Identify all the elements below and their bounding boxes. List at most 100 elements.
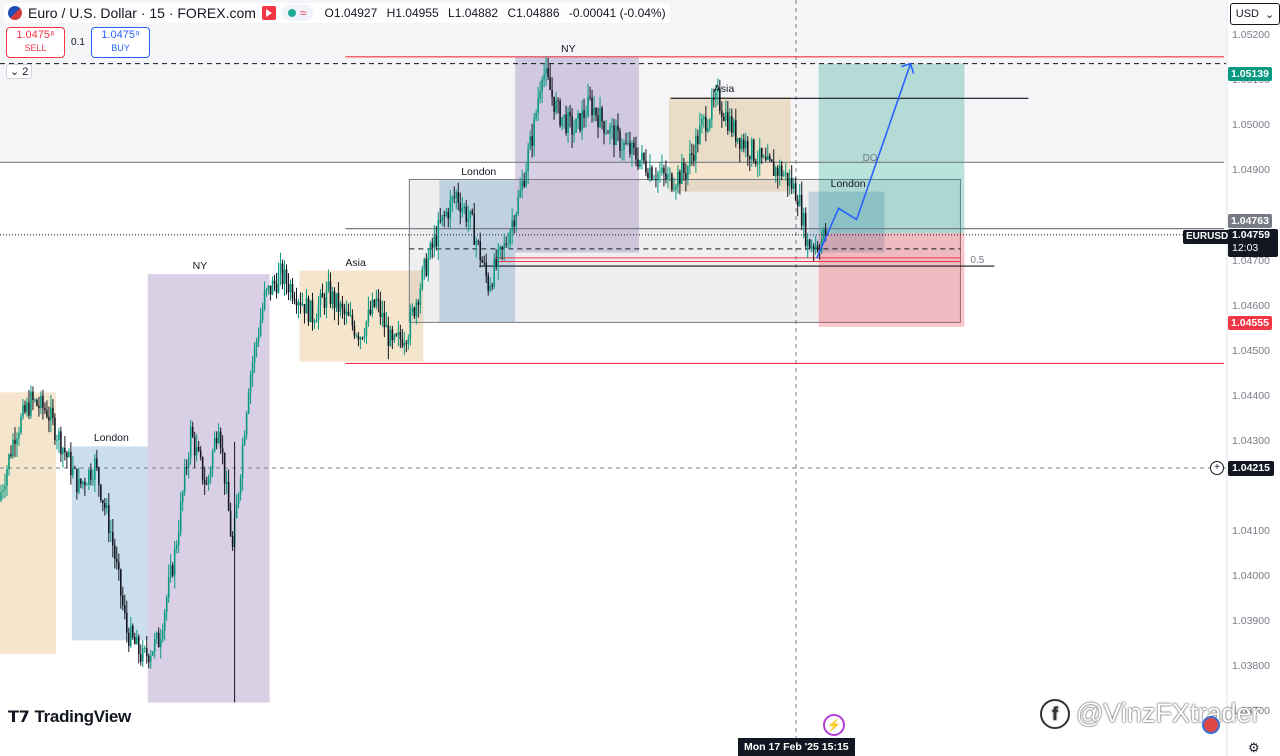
candle-body [62,447,64,455]
market-status-icon[interactable] [261,6,276,20]
candle-body [0,492,2,501]
candle-body [816,245,819,251]
candle-body [20,416,22,433]
candle-body [776,167,779,176]
currency-label: USD [1235,8,1259,20]
candle-body [94,458,96,480]
sell-button[interactable]: 1.0475⁸ SELL [6,27,65,58]
gear-icon[interactable]: ⚙ [1248,740,1260,756]
candle-body [159,638,162,648]
candle-body [661,167,663,173]
candle-body [483,262,486,264]
tradingview-logo[interactable]: 𝗧𝟳 TradingView [8,707,131,727]
candle-body [417,302,420,305]
candle-body [108,505,110,534]
crosshair-price[interactable]: + 1.04215 [1210,460,1274,476]
lightning-icon[interactable]: ⚡ [823,714,845,736]
candle-body [48,416,50,421]
candle-body [691,153,693,155]
candle-body [752,139,755,162]
session-label-ny: NY [561,42,576,55]
candle-body [405,342,408,344]
candle-body [441,215,444,222]
candle-body [800,194,803,226]
candle-body [74,467,76,469]
candle-body [385,325,388,328]
price-chart[interactable] [0,0,1280,756]
candle-body [431,243,434,248]
price-axis-label: 1.04500 [1232,344,1270,357]
candle-body [695,135,697,161]
candle-body [689,153,691,167]
candle-body [289,284,292,293]
candle-body [481,259,484,263]
candle-body [78,478,80,493]
candle-body [401,338,404,346]
candle-body [149,655,152,662]
candle-body [585,116,587,118]
candle-body [806,239,809,246]
candle-body [251,362,254,375]
candle-body [525,170,527,187]
candle-body [517,196,519,214]
candle-body [395,334,398,336]
candle-body [519,190,521,197]
candle-body [309,300,312,322]
candle-body [38,405,40,409]
candle-body [295,301,298,306]
candle-body [786,172,789,186]
candle-body [245,412,248,436]
candle-body [261,308,264,321]
candle-body [341,303,344,308]
candle-body [637,159,639,167]
candle-body [2,489,4,493]
candle-body [723,116,725,121]
candle-body [187,457,190,468]
buy-button[interactable]: 1.0475⁹ BUY [91,27,150,58]
layers-toggle[interactable]: ⌄ 2 [6,64,33,79]
candle-body [733,120,735,133]
profile-icon[interactable] [1202,716,1220,734]
candle-body [449,200,452,219]
candle-body [371,299,374,314]
candle-body [137,636,140,655]
candle-body [740,139,743,149]
price-axis-label: 1.04600 [1232,299,1270,312]
candle-body [197,446,200,451]
candle-body [557,100,559,102]
candle-body [133,637,136,645]
candle-body [495,259,497,267]
candle-body [225,481,228,484]
indicator-pill[interactable]: ≈ [281,5,313,21]
candle-body [185,467,188,468]
candle-body [110,532,112,534]
candle-body [421,268,424,289]
currency-dropdown[interactable]: USD ⌄ [1230,3,1280,25]
candle-body [293,298,296,302]
candle-body [229,511,232,537]
candle-body [814,245,817,250]
candle-body [447,211,450,219]
candle-body [487,275,490,291]
candle-body [407,338,410,344]
sell-price: 1.0475⁸ [16,29,55,41]
candle-body [231,536,234,547]
candle-body [131,625,134,638]
brand-name: TradingView [34,707,131,726]
level-price-tag: 1.04763 [1228,214,1272,228]
candle-body [201,457,204,480]
candle-body [399,331,402,339]
candle-body [713,97,715,100]
candle-body [513,220,515,227]
candle-body [155,632,158,639]
add-alert-icon[interactable]: + [1210,461,1224,475]
candle-body [683,162,685,173]
symbol-title[interactable]: Euro / U.S. Dollar · 15 · FOREX.com [28,5,256,21]
candle-body [633,142,635,148]
candle-body [333,291,336,308]
candle-body [415,302,418,317]
candle-body [457,192,460,203]
candle-body [287,283,290,293]
candle-body [227,481,230,512]
candle-body [32,391,34,400]
